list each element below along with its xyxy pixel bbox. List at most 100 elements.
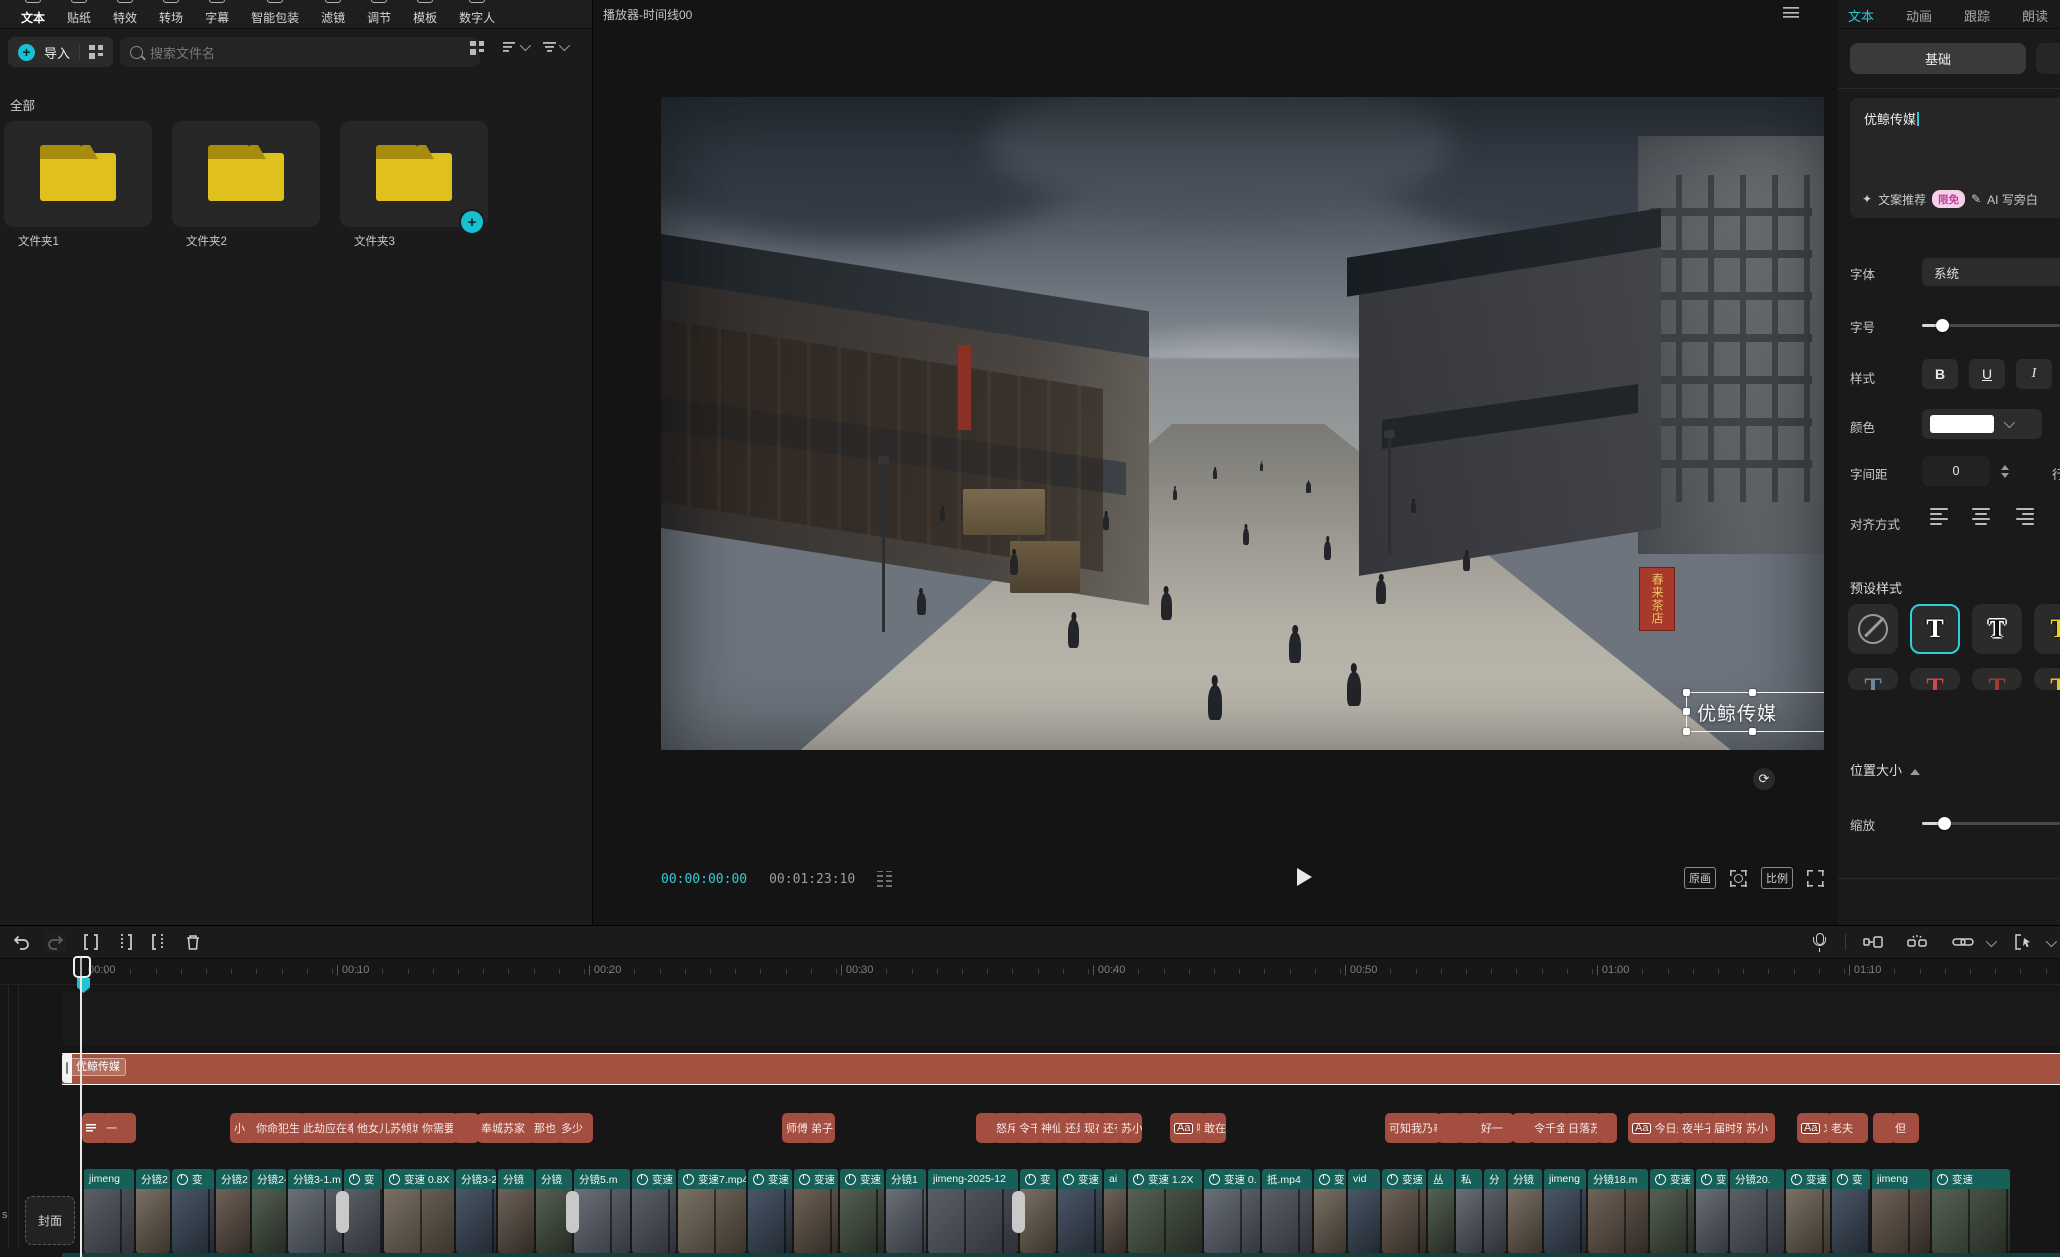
sort-button[interactable] (503, 41, 528, 53)
video-clip[interactable]: 分镜 (1508, 1169, 1542, 1253)
subtitle-clip[interactable]: 此劫应在奉 (299, 1113, 359, 1143)
playhead-line[interactable] (80, 958, 82, 1257)
chevron-down-icon[interactable] (1986, 936, 1997, 947)
select-tool-icon[interactable] (2012, 931, 2034, 953)
video-clip[interactable]: 变速 (840, 1169, 884, 1253)
selection-handle[interactable] (1683, 708, 1690, 715)
filter-button[interactable] (543, 41, 567, 53)
subtitle-clip[interactable]: Aa今日是 (1628, 1113, 1683, 1143)
folder-tile-文件夹3[interactable]: 文件夹3+ (340, 121, 488, 227)
text-content-input[interactable]: 优鲸传媒 ✦ 文案推荐 限免 ✎ AI 写旁白 (1850, 98, 2060, 218)
video-clip[interactable]: 变速7.mp4 (678, 1169, 746, 1253)
preset-style-tile-row2-3[interactable]: T (1972, 668, 2022, 690)
video-clip[interactable]: 丛 (1428, 1169, 1454, 1253)
delete-button[interactable] (182, 931, 204, 953)
menu-item-滤镜[interactable]: 滤镜 (310, 0, 356, 28)
align-right-icon[interactable] (2014, 508, 2034, 524)
record-voiceover-button[interactable] (1808, 931, 1830, 953)
position-size-header[interactable]: 位置大小 (1850, 760, 1920, 779)
tab-basic[interactable]: 基础 (1850, 43, 2026, 74)
subtitle-clip[interactable]: 他女儿苏倾城 (353, 1113, 424, 1143)
subtitle-clip[interactable]: 好一 (1477, 1113, 1514, 1143)
video-clip[interactable]: 分镜20. (1730, 1169, 1784, 1253)
menu-item-特效[interactable]: 特效 (102, 0, 148, 28)
letter-spacing-input[interactable]: 0 (1922, 456, 1990, 486)
letter-spacing-stepper[interactable] (1996, 456, 2014, 486)
video-clip[interactable]: 变速 (1650, 1169, 1694, 1253)
play-button[interactable] (1297, 868, 1312, 886)
video-clip[interactable]: 变速 1.2X (1128, 1169, 1202, 1253)
video-clip[interactable]: 变速 (794, 1169, 838, 1253)
split-keep-left-button[interactable] (114, 931, 136, 953)
video-clip[interactable]: 变速 (632, 1169, 676, 1253)
bold-button[interactable]: B (1922, 359, 1958, 389)
selection-handle[interactable] (1749, 728, 1756, 735)
video-clip[interactable]: 分镜2- (252, 1169, 286, 1253)
preset-style-tile-2[interactable]: T (1910, 604, 1960, 654)
subtitle-clip[interactable]: 老夫 (1827, 1113, 1868, 1143)
subtitle-clip[interactable] (453, 1113, 479, 1143)
preset-style-tile-4[interactable]: T (2034, 604, 2060, 654)
link-toggle-icon[interactable] (1952, 931, 1974, 953)
import-mode-grid-icon[interactable] (89, 45, 103, 59)
subtitle-clip[interactable]: 可知我乃奉 (1385, 1113, 1441, 1143)
auto-remove-gap-icon[interactable] (1906, 931, 1928, 953)
video-clip[interactable]: 分镜1 (886, 1169, 926, 1253)
video-clip[interactable]: 变速 (748, 1169, 792, 1253)
video-clip[interactable]: 变 (172, 1169, 214, 1253)
preset-style-tile-row2-4[interactable]: T (2034, 668, 2060, 690)
subtitle-clip[interactable]: 弟子 (807, 1113, 835, 1143)
split-keep-right-button[interactable] (148, 931, 170, 953)
view-grid-button[interactable] (470, 41, 484, 55)
transition-handle[interactable] (1012, 1191, 1025, 1233)
menu-item-调节[interactable]: 调节 (356, 0, 402, 28)
video-clip[interactable]: 变速 (1382, 1169, 1426, 1253)
align-left-icon[interactable] (1930, 508, 1950, 524)
import-button[interactable]: + 导入 (8, 37, 113, 67)
watermark-text[interactable]: 优鲸传媒 (1697, 699, 1777, 726)
redo-button[interactable] (44, 931, 66, 953)
video-clip[interactable]: 分镜3-2 (456, 1169, 496, 1253)
video-clip[interactable]: 变 (344, 1169, 382, 1253)
video-clip[interactable]: 分镜 (498, 1169, 534, 1253)
frame-preview-icon[interactable] (877, 871, 893, 887)
video-clip[interactable]: jimeng (1872, 1169, 1930, 1253)
split-button[interactable] (80, 931, 102, 953)
menu-item-模板[interactable]: 模板 (402, 0, 448, 28)
video-clip[interactable]: 变 (1696, 1169, 1728, 1253)
video-clip[interactable]: 分镜2 (216, 1169, 250, 1253)
preset-style-tile-1[interactable] (1848, 604, 1898, 654)
video-clip[interactable]: 变速 (1932, 1169, 2010, 1253)
original-quality-button[interactable]: 原画 (1684, 867, 1716, 889)
video-clip[interactable]: 变 (1314, 1169, 1346, 1253)
menu-item-文本[interactable]: 文本 (10, 0, 56, 28)
folder-tile-文件夹1[interactable]: 文件夹1 (4, 121, 152, 227)
video-clip[interactable]: jimeng (1544, 1169, 1586, 1253)
add-to-folder-badge[interactable]: + (459, 209, 485, 235)
transition-handle[interactable] (336, 1191, 349, 1233)
search-input[interactable]: 搜索文件名 (120, 37, 480, 67)
video-clip[interactable]: 分镜3-1.m (288, 1169, 342, 1253)
subtitle-clip[interactable]: 苏小 (1742, 1113, 1775, 1143)
subtitle-clip[interactable]: 敢在 (1200, 1113, 1226, 1143)
folder-tile-文件夹2[interactable]: 文件夹2 (172, 121, 320, 227)
align-center-icon[interactable] (1972, 508, 1992, 524)
font-select[interactable]: 系统 (1922, 258, 2060, 286)
menu-item-智能包装[interactable]: 智能包装 (240, 0, 310, 28)
video-clip[interactable]: 变速 0.8X (384, 1169, 454, 1253)
video-clip[interactable]: 分镜5.m (574, 1169, 630, 1253)
rotate-handle-icon[interactable]: ⟳ (1753, 768, 1775, 790)
scale-slider[interactable] (1922, 809, 2060, 837)
video-clip[interactable]: 分镜2 (136, 1169, 170, 1253)
video-clip[interactable]: 私 (1456, 1169, 1482, 1253)
copy-suggest-button[interactable]: 文案推荐 (1878, 191, 1926, 208)
clip-trim-handle-left[interactable] (62, 1053, 72, 1083)
subtitle-clip[interactable]: 一 (102, 1113, 136, 1143)
preset-style-tile-3[interactable]: T (1972, 604, 2022, 654)
playhead-head[interactable] (73, 956, 91, 978)
undo-button[interactable] (10, 931, 32, 953)
ai-write-button[interactable]: AI 写旁白 (1987, 191, 2038, 208)
selection-handle[interactable] (1749, 689, 1756, 696)
video-clip[interactable]: 分镜18.m (1588, 1169, 1648, 1253)
video-clip[interactable]: 抵.mp4 (1262, 1169, 1312, 1253)
